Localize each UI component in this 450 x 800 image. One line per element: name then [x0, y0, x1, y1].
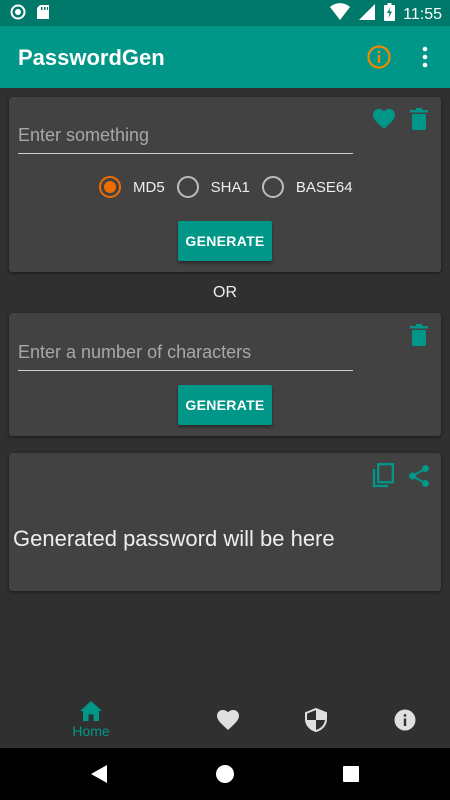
battery-charging-icon	[384, 3, 396, 26]
radio-md5[interactable]: MD5	[99, 176, 165, 198]
home-icon	[80, 701, 102, 721]
recents-square-icon	[343, 766, 359, 782]
share-button[interactable]	[406, 463, 432, 489]
more-vert-icon	[422, 46, 428, 68]
trash-icon	[410, 324, 428, 346]
status-bar: 11:55	[0, 0, 450, 26]
generate-random-button[interactable]: GENERATE	[178, 385, 272, 425]
recents-button[interactable]	[339, 762, 363, 786]
heart-icon	[217, 710, 239, 730]
copy-icon	[372, 463, 394, 488]
notification-icon	[10, 4, 26, 25]
radio-base64-circle[interactable]	[261, 176, 284, 198]
radio-md5-label: MD5	[133, 178, 165, 196]
info-button[interactable]	[366, 44, 392, 70]
radio-sha1-label: SHA1	[210, 178, 250, 196]
nav-about[interactable]	[360, 692, 450, 748]
random-card: GENERATE	[9, 313, 441, 436]
info-icon	[394, 709, 416, 731]
nav-security[interactable]	[271, 692, 361, 748]
output-card: Generated password will be here	[9, 453, 441, 591]
nav-home[interactable]: Home	[46, 692, 136, 748]
radio-sha1-circle[interactable]	[176, 176, 199, 198]
info-outline-icon	[367, 45, 391, 69]
hash-type-radio-group: MD5 SHA1 BASE64	[99, 176, 365, 198]
nav-home-label: Home	[72, 723, 110, 739]
radio-base64[interactable]: BASE64	[261, 176, 353, 198]
hash-card: MD5 SHA1 BASE64 GENERATE	[9, 97, 441, 272]
app-bar: PasswordGen	[0, 26, 450, 88]
shield-icon	[305, 708, 327, 732]
favorite-button[interactable]	[371, 106, 397, 132]
radio-md5-circle[interactable]	[99, 176, 121, 198]
copy-button[interactable]	[370, 463, 396, 489]
bottom-navigation: Home	[0, 692, 450, 748]
or-separator: OR	[213, 284, 237, 301]
length-input[interactable]	[18, 335, 353, 371]
home-system-button[interactable]	[213, 762, 237, 786]
heart-icon	[373, 109, 395, 129]
back-triangle-icon	[91, 765, 107, 783]
delete-button[interactable]	[406, 322, 432, 348]
trash-icon	[410, 108, 428, 130]
delete-button[interactable]	[406, 106, 432, 132]
text-input[interactable]	[18, 118, 353, 154]
system-navigation-bar	[0, 748, 450, 800]
home-circle-icon	[216, 765, 234, 783]
generate-hash-button[interactable]: GENERATE	[178, 221, 272, 261]
signal-icon	[358, 3, 376, 26]
wifi-icon	[330, 3, 351, 26]
overflow-menu-button[interactable]	[412, 44, 438, 70]
sd-card-icon	[36, 4, 50, 25]
radio-sha1[interactable]: SHA1	[176, 176, 250, 198]
status-time: 11:55	[403, 5, 442, 23]
generated-password-text: Generated password will be here	[13, 526, 335, 551]
radio-base64-label: BASE64	[295, 178, 353, 196]
back-button[interactable]	[87, 762, 111, 786]
app-title: PasswordGen	[18, 45, 165, 70]
nav-favorites[interactable]	[183, 692, 273, 748]
share-icon	[409, 465, 429, 487]
